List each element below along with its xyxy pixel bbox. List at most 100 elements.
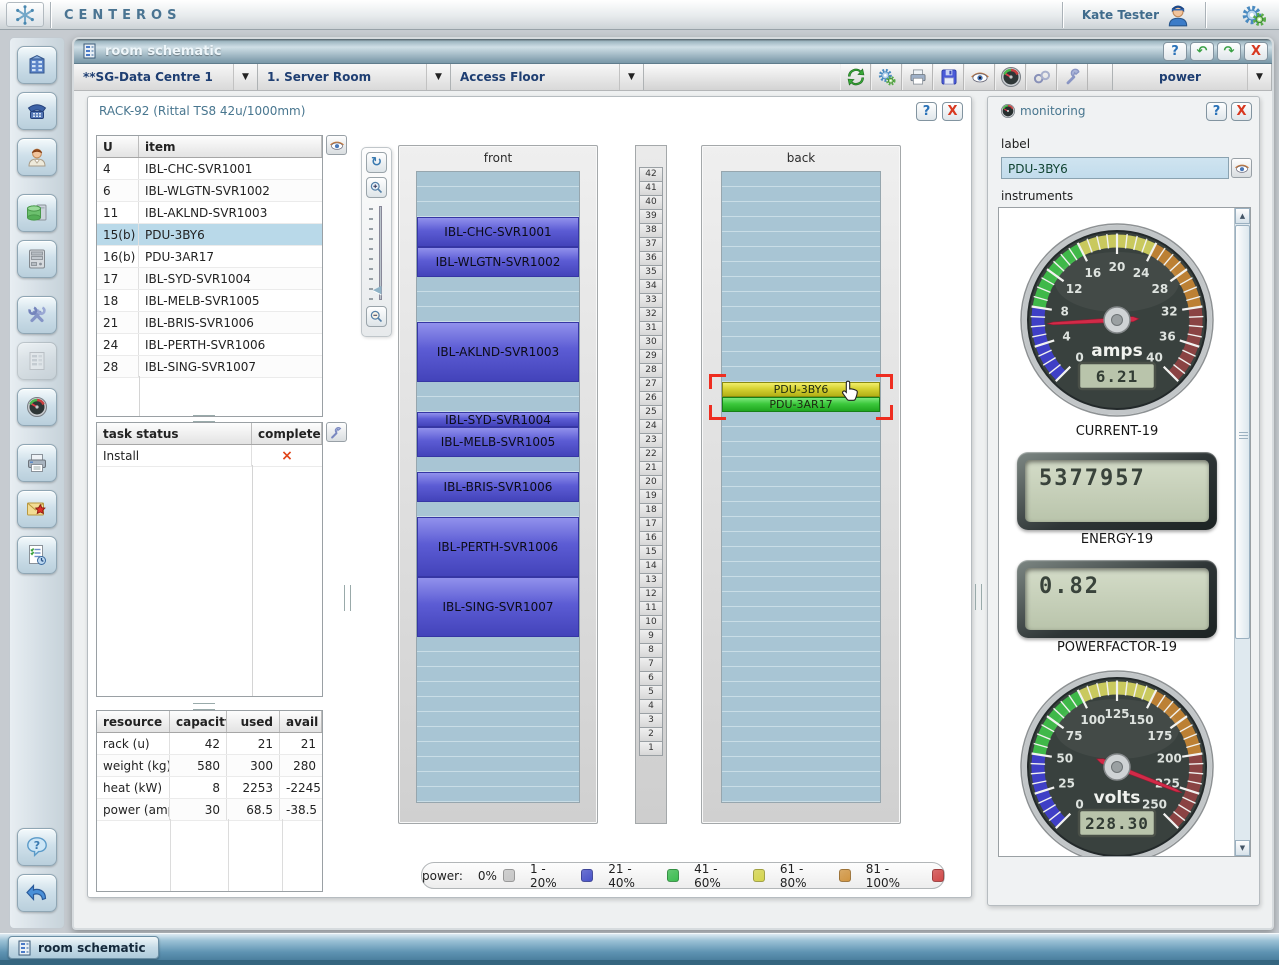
table-row[interactable]: 18IBL-MELB-SVR1005 <box>97 290 322 312</box>
u-scale-cell: 25 <box>639 405 663 420</box>
table-row[interactable]: 24IBL-PERTH-SVR1006 <box>97 334 322 356</box>
rack-help-button[interactable]: ? <box>916 102 937 121</box>
server-block[interactable]: IBL-BRIS-SVR1006 <box>417 472 579 502</box>
server-block[interactable]: IBL-SYD-SVR1004 <box>417 412 579 427</box>
toolbar-links-button[interactable] <box>1026 64 1057 90</box>
table-row[interactable]: 4IBL-CHC-SVR1001 <box>97 158 322 180</box>
chevron-down-icon[interactable]: ▼ <box>619 64 643 90</box>
toolbar-refresh-button[interactable] <box>840 64 871 90</box>
server-block[interactable]: IBL-AKLND-SVR1003 <box>417 322 579 382</box>
server-block[interactable]: IBL-PERTH-SVR1006 <box>417 517 579 577</box>
server-block[interactable]: IBL-WLGTN-SVR1002 <box>417 247 579 277</box>
sidebar-button-back[interactable] <box>17 874 57 912</box>
sidebar-button-gauge[interactable] <box>17 388 57 426</box>
sidebar-button-tasks[interactable] <box>17 536 57 574</box>
server-block[interactable]: IBL-CHC-SVR1001 <box>417 217 579 247</box>
vertical-splitter[interactable] <box>344 585 351 611</box>
user-avatar-icon[interactable] <box>1165 2 1193 28</box>
server-icon <box>25 247 49 271</box>
u-scale-cell: 11 <box>639 601 663 616</box>
server-block[interactable]: IBL-SING-SVR1007 <box>417 577 579 637</box>
chevron-down-icon[interactable]: ▼ <box>233 64 257 90</box>
redo-button[interactable]: ↷ <box>1217 42 1241 61</box>
table-row[interactable]: rack (u)422121 <box>97 733 322 755</box>
toolbar-eye-button[interactable] <box>964 64 995 90</box>
rack-close-button[interactable]: X <box>942 102 963 121</box>
table-row[interactable]: 11IBL-AKLND-SVR1003 <box>97 202 322 224</box>
toolbar-print-button[interactable] <box>902 64 933 90</box>
resource-table-cell: 21 <box>227 733 280 754</box>
horizontal-splitter[interactable] <box>193 415 215 422</box>
u-scale-cell: 9 <box>639 629 663 644</box>
overlay-mode-dropdown[interactable]: power ▼ <box>1112 64 1272 90</box>
svg-text:50: 50 <box>1056 752 1073 766</box>
u-scale-cell: 19 <box>639 489 663 504</box>
window-toolbar: **SG-Data Centre 1 ▼ 1. Server Room ▼ Ac… <box>74 64 1272 91</box>
chevron-down-icon[interactable]: ▼ <box>426 64 450 90</box>
sidebar-button-printer[interactable] <box>17 444 57 482</box>
resource-table-cell: power (amp <box>97 799 170 820</box>
slider-handle[interactable]: ◀ <box>373 283 381 296</box>
u-scale-cell: 15 <box>639 545 663 560</box>
overlay-mode-value: power <box>1113 64 1247 90</box>
u-scale-cell: 35 <box>639 265 663 280</box>
toolbar-save-button[interactable] <box>933 64 964 90</box>
table-row[interactable]: power (amp3068.5-38.5 <box>97 799 322 821</box>
sidebar-button-tools[interactable] <box>17 296 57 334</box>
item-table-eye-button[interactable] <box>326 135 347 155</box>
floor-dropdown[interactable]: Access Floor ▼ <box>451 64 644 90</box>
scroll-up-button[interactable]: ▲ <box>1235 208 1250 224</box>
close-button[interactable]: X <box>1244 42 1268 61</box>
label-input[interactable]: PDU-3BY6 <box>1001 157 1229 179</box>
vertical-splitter[interactable] <box>975 584 982 610</box>
table-row[interactable]: heat (kW)82253-2245 <box>97 777 322 799</box>
sidebar-button-database[interactable] <box>17 194 57 232</box>
sidebar-button-server[interactable] <box>17 240 57 278</box>
zoom-in-button[interactable] <box>366 177 387 198</box>
room-dropdown[interactable]: 1. Server Room ▼ <box>258 64 451 90</box>
toolbar-gears-button[interactable] <box>871 64 902 90</box>
monitoring-close-button[interactable]: X <box>1231 102 1252 121</box>
instruments-caption: instruments <box>1001 189 1073 203</box>
window-titlebar[interactable]: room schematic ?↶↷X <box>74 39 1272 64</box>
toolbar-gauge-button[interactable] <box>995 64 1026 90</box>
sidebar-button-alert[interactable] <box>17 490 57 528</box>
table-row[interactable]: weight (kg)580300280 <box>97 755 322 777</box>
table-row[interactable]: 21IBL-BRIS-SVR1006 <box>97 312 322 334</box>
sidebar-button-help[interactable]: ? <box>17 828 57 866</box>
sidebar-button-person[interactable] <box>17 138 57 176</box>
zoom-slider[interactable]: ◀ <box>362 204 391 304</box>
monitoring-help-button[interactable]: ? <box>1206 102 1227 121</box>
u-scale-cell: 10 <box>639 615 663 630</box>
scroll-down-button[interactable]: ▼ <box>1235 840 1250 856</box>
undo-button[interactable]: ↶ <box>1190 42 1214 61</box>
toolbar-wrench-button[interactable] <box>1057 64 1088 90</box>
table-row[interactable]: Install× <box>97 445 322 467</box>
settings-gear-icon[interactable] <box>1241 2 1269 28</box>
table-row[interactable]: 6IBL-WLGTN-SVR1002 <box>97 180 322 202</box>
sidebar-button-building[interactable] <box>17 46 57 84</box>
reset-view-button[interactable]: ↻ <box>366 152 387 173</box>
item-table-cell: 16(b) <box>97 246 139 267</box>
table-row[interactable]: 28IBL-SING-SVR1007 <box>97 356 322 378</box>
label-eye-button[interactable] <box>1231 158 1252 178</box>
table-row[interactable]: 17IBL-SYD-SVR1004 <box>97 268 322 290</box>
help-button[interactable]: ? <box>1163 42 1187 61</box>
zoom-out-button[interactable] <box>366 306 387 327</box>
table-row[interactable]: 16(b)PDU-3AR17 <box>97 246 322 268</box>
task-table-header-cell: complete <box>252 423 322 444</box>
table-row[interactable]: 15(b)PDU-3BY6 <box>97 224 322 246</box>
scroll-thumb[interactable] <box>1235 225 1250 639</box>
site-dropdown[interactable]: **SG-Data Centre 1 ▼ <box>74 64 258 90</box>
horizontal-splitter[interactable] <box>193 703 215 710</box>
resource-table-cell: 300 <box>227 755 280 776</box>
app-logo-button[interactable] <box>6 2 44 27</box>
instruments-scrollbar[interactable]: ▲ ▼ <box>1234 208 1250 856</box>
chevron-down-icon[interactable]: ▼ <box>1247 64 1271 90</box>
task-table-header: task statuscomplete <box>97 423 322 445</box>
gauge-amps: 0481216202428323640amps6.21 <box>1015 218 1219 422</box>
sidebar-button-phone[interactable] <box>17 92 57 130</box>
server-block[interactable]: IBL-MELB-SVR1005 <box>417 427 579 457</box>
taskbar-room-schematic-button[interactable]: room schematic <box>8 936 159 959</box>
task-table-wrench-button[interactable] <box>326 422 347 442</box>
